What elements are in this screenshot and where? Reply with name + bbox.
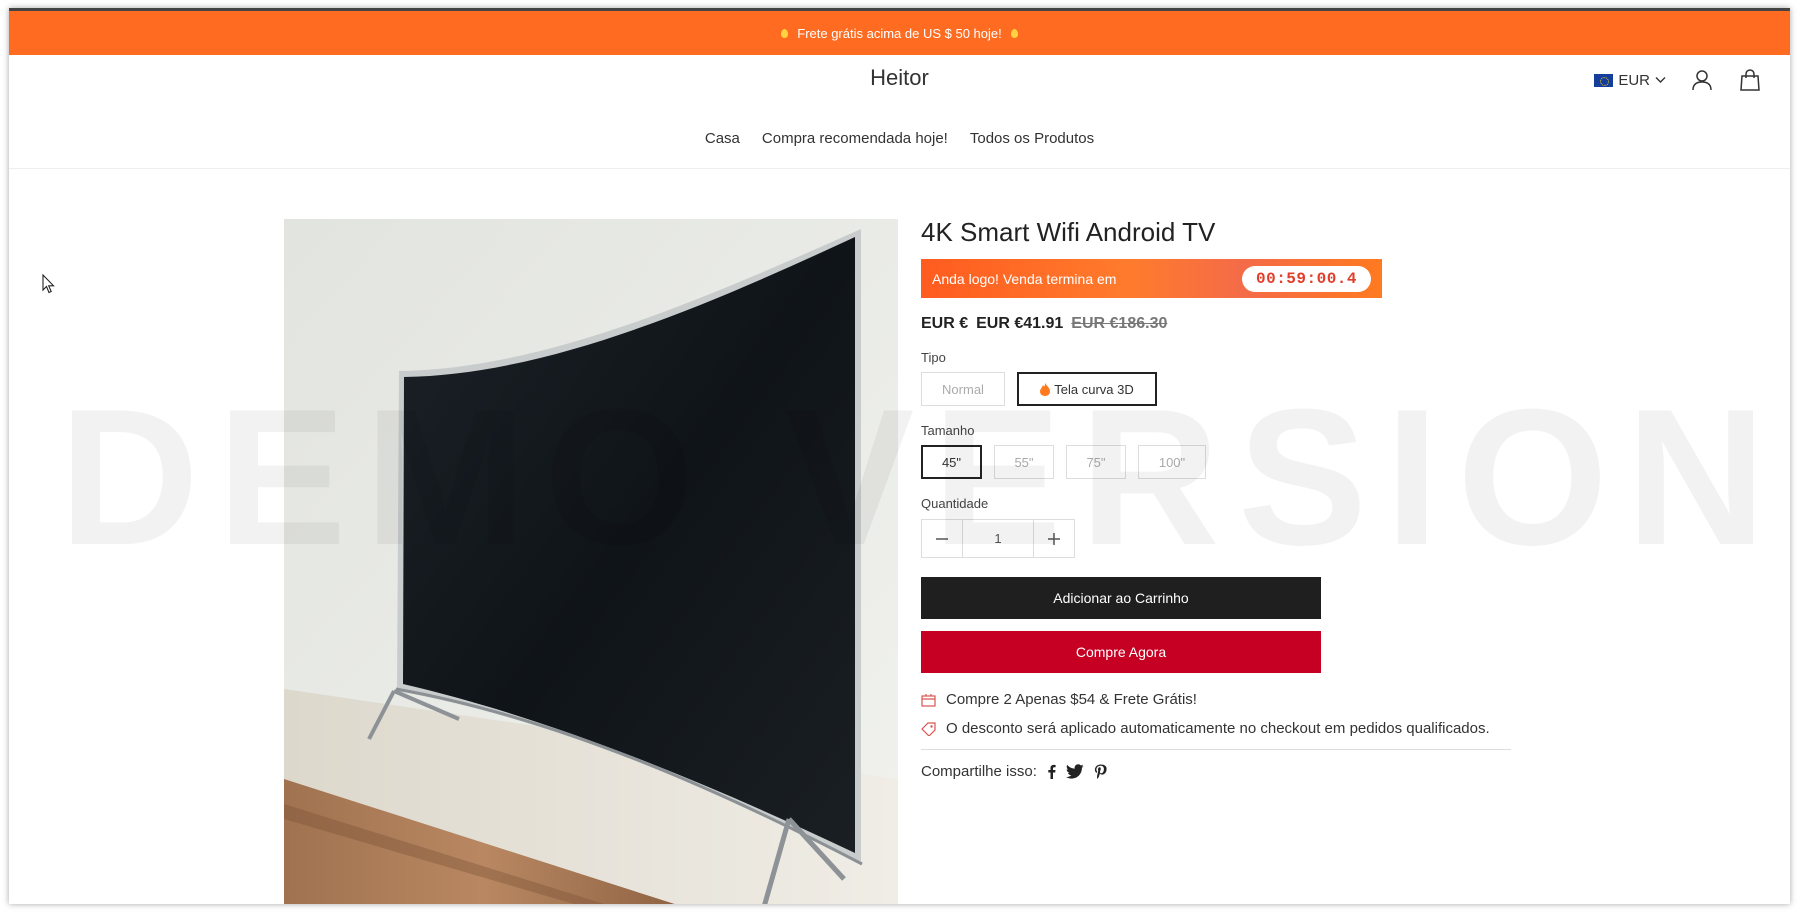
twitter-icon[interactable]: [1065, 764, 1084, 779]
price-prefix: EUR €: [921, 315, 969, 332]
add-to-cart-button[interactable]: Adicionar ao Carrinho: [921, 577, 1321, 619]
share-label: Compartilhe isso:: [921, 763, 1037, 780]
gift-box-icon: [921, 691, 937, 712]
countdown-timer: 00:59:00.4: [1241, 265, 1371, 292]
sale-banner-text: Anda logo! Venda termina em: [932, 270, 1117, 287]
option-label: 45": [941, 454, 962, 470]
increase-button[interactable]: [1034, 520, 1074, 557]
flame-icon: [781, 28, 789, 38]
promo-bar: Frete grátis acima de US $ 50 hoje!: [9, 11, 1790, 55]
plus-icon: [1048, 532, 1060, 545]
type-options: Normal Tela curva 3D: [921, 372, 1521, 406]
quantity-input[interactable]: 1: [962, 520, 1034, 557]
eu-flag-icon: [1594, 73, 1614, 87]
flame-icon: [1040, 382, 1051, 396]
account-icon[interactable]: [1690, 68, 1714, 92]
buy-now-button[interactable]: Compre Agora: [921, 631, 1321, 673]
cart-bag-icon[interactable]: [1738, 68, 1762, 92]
old-price: EUR €186.30: [1071, 315, 1168, 332]
currency-label: EUR: [1618, 71, 1650, 89]
option-label: Tela curva 3D: [1054, 381, 1134, 397]
option-label: 55": [1014, 454, 1034, 470]
benefit-item: O desconto será aplicado automaticamente…: [921, 720, 1521, 741]
curved-tv-photo: [284, 219, 898, 904]
nav-item-todos-produtos[interactable]: Todos os Produtos: [970, 130, 1094, 147]
type-label: Tipo: [921, 350, 946, 365]
mouse-cursor-icon: [42, 274, 55, 294]
main-nav: Casa Compra recomendada hoje! Todos os P…: [9, 111, 1790, 169]
size-options: 45" 55" 75" 100": [921, 445, 1521, 479]
share-row: Compartilhe isso:: [921, 763, 1521, 780]
size-option-75[interactable]: 75": [1066, 445, 1126, 479]
benefit-text: O desconto será aplicado automaticamente…: [946, 720, 1490, 737]
option-label: 75": [1086, 454, 1106, 470]
header-actions: EUR: [1594, 68, 1762, 92]
product-image[interactable]: [284, 219, 898, 904]
nav-item-recomendada[interactable]: Compra recomendada hoje!: [762, 130, 948, 147]
benefit-item: Compre 2 Apenas $54 & Frete Grátis!: [921, 691, 1521, 712]
benefit-text: Compre 2 Apenas $54 & Frete Grátis!: [946, 691, 1197, 708]
product-title: 4K Smart Wifi Android TV: [921, 217, 1216, 247]
product-info: 4K Smart Wifi Android TV Anda logo! Vend…: [921, 217, 1521, 780]
nav-item-casa[interactable]: Casa: [705, 130, 740, 147]
option-label: Normal: [942, 381, 984, 397]
size-option-45[interactable]: 45": [921, 445, 982, 479]
flame-icon: [1010, 28, 1018, 38]
quantity-label: Quantidade: [921, 496, 989, 511]
promo-text: Frete grátis acima de US $ 50 hoje!: [797, 25, 1002, 41]
price-row: EUR € EUR €41.91 EUR €186.30: [921, 315, 1521, 333]
currency-selector[interactable]: EUR: [1594, 72, 1666, 89]
divider: [921, 749, 1511, 750]
size-option-100[interactable]: 100": [1138, 445, 1206, 479]
site-header: Heitor EUR: [9, 55, 1790, 111]
option-label: 100": [1158, 454, 1186, 470]
browser-page: Frete grátis acima de US $ 50 hoje! Heit…: [9, 8, 1790, 904]
minus-icon: [936, 537, 948, 540]
type-option-normal[interactable]: Normal: [921, 372, 1005, 406]
type-option-curved-3d[interactable]: Tela curva 3D: [1017, 372, 1157, 406]
size-option-55[interactable]: 55": [994, 445, 1054, 479]
benefits-list: Compre 2 Apenas $54 & Frete Grátis! O de…: [921, 691, 1521, 741]
chevron-down-icon: [1655, 77, 1666, 83]
size-label: Tamanho: [921, 423, 975, 438]
facebook-icon[interactable]: [1047, 764, 1056, 779]
current-price: EUR €41.91: [976, 315, 1064, 332]
pinterest-icon[interactable]: [1094, 764, 1107, 780]
decrease-button[interactable]: [922, 520, 962, 557]
sale-countdown-banner: Anda logo! Venda termina em 00:59:00.4: [921, 259, 1382, 298]
price-tag-icon: [921, 720, 937, 741]
quantity-stepper: 1: [921, 519, 1075, 558]
store-logo[interactable]: Heitor: [9, 65, 1790, 91]
